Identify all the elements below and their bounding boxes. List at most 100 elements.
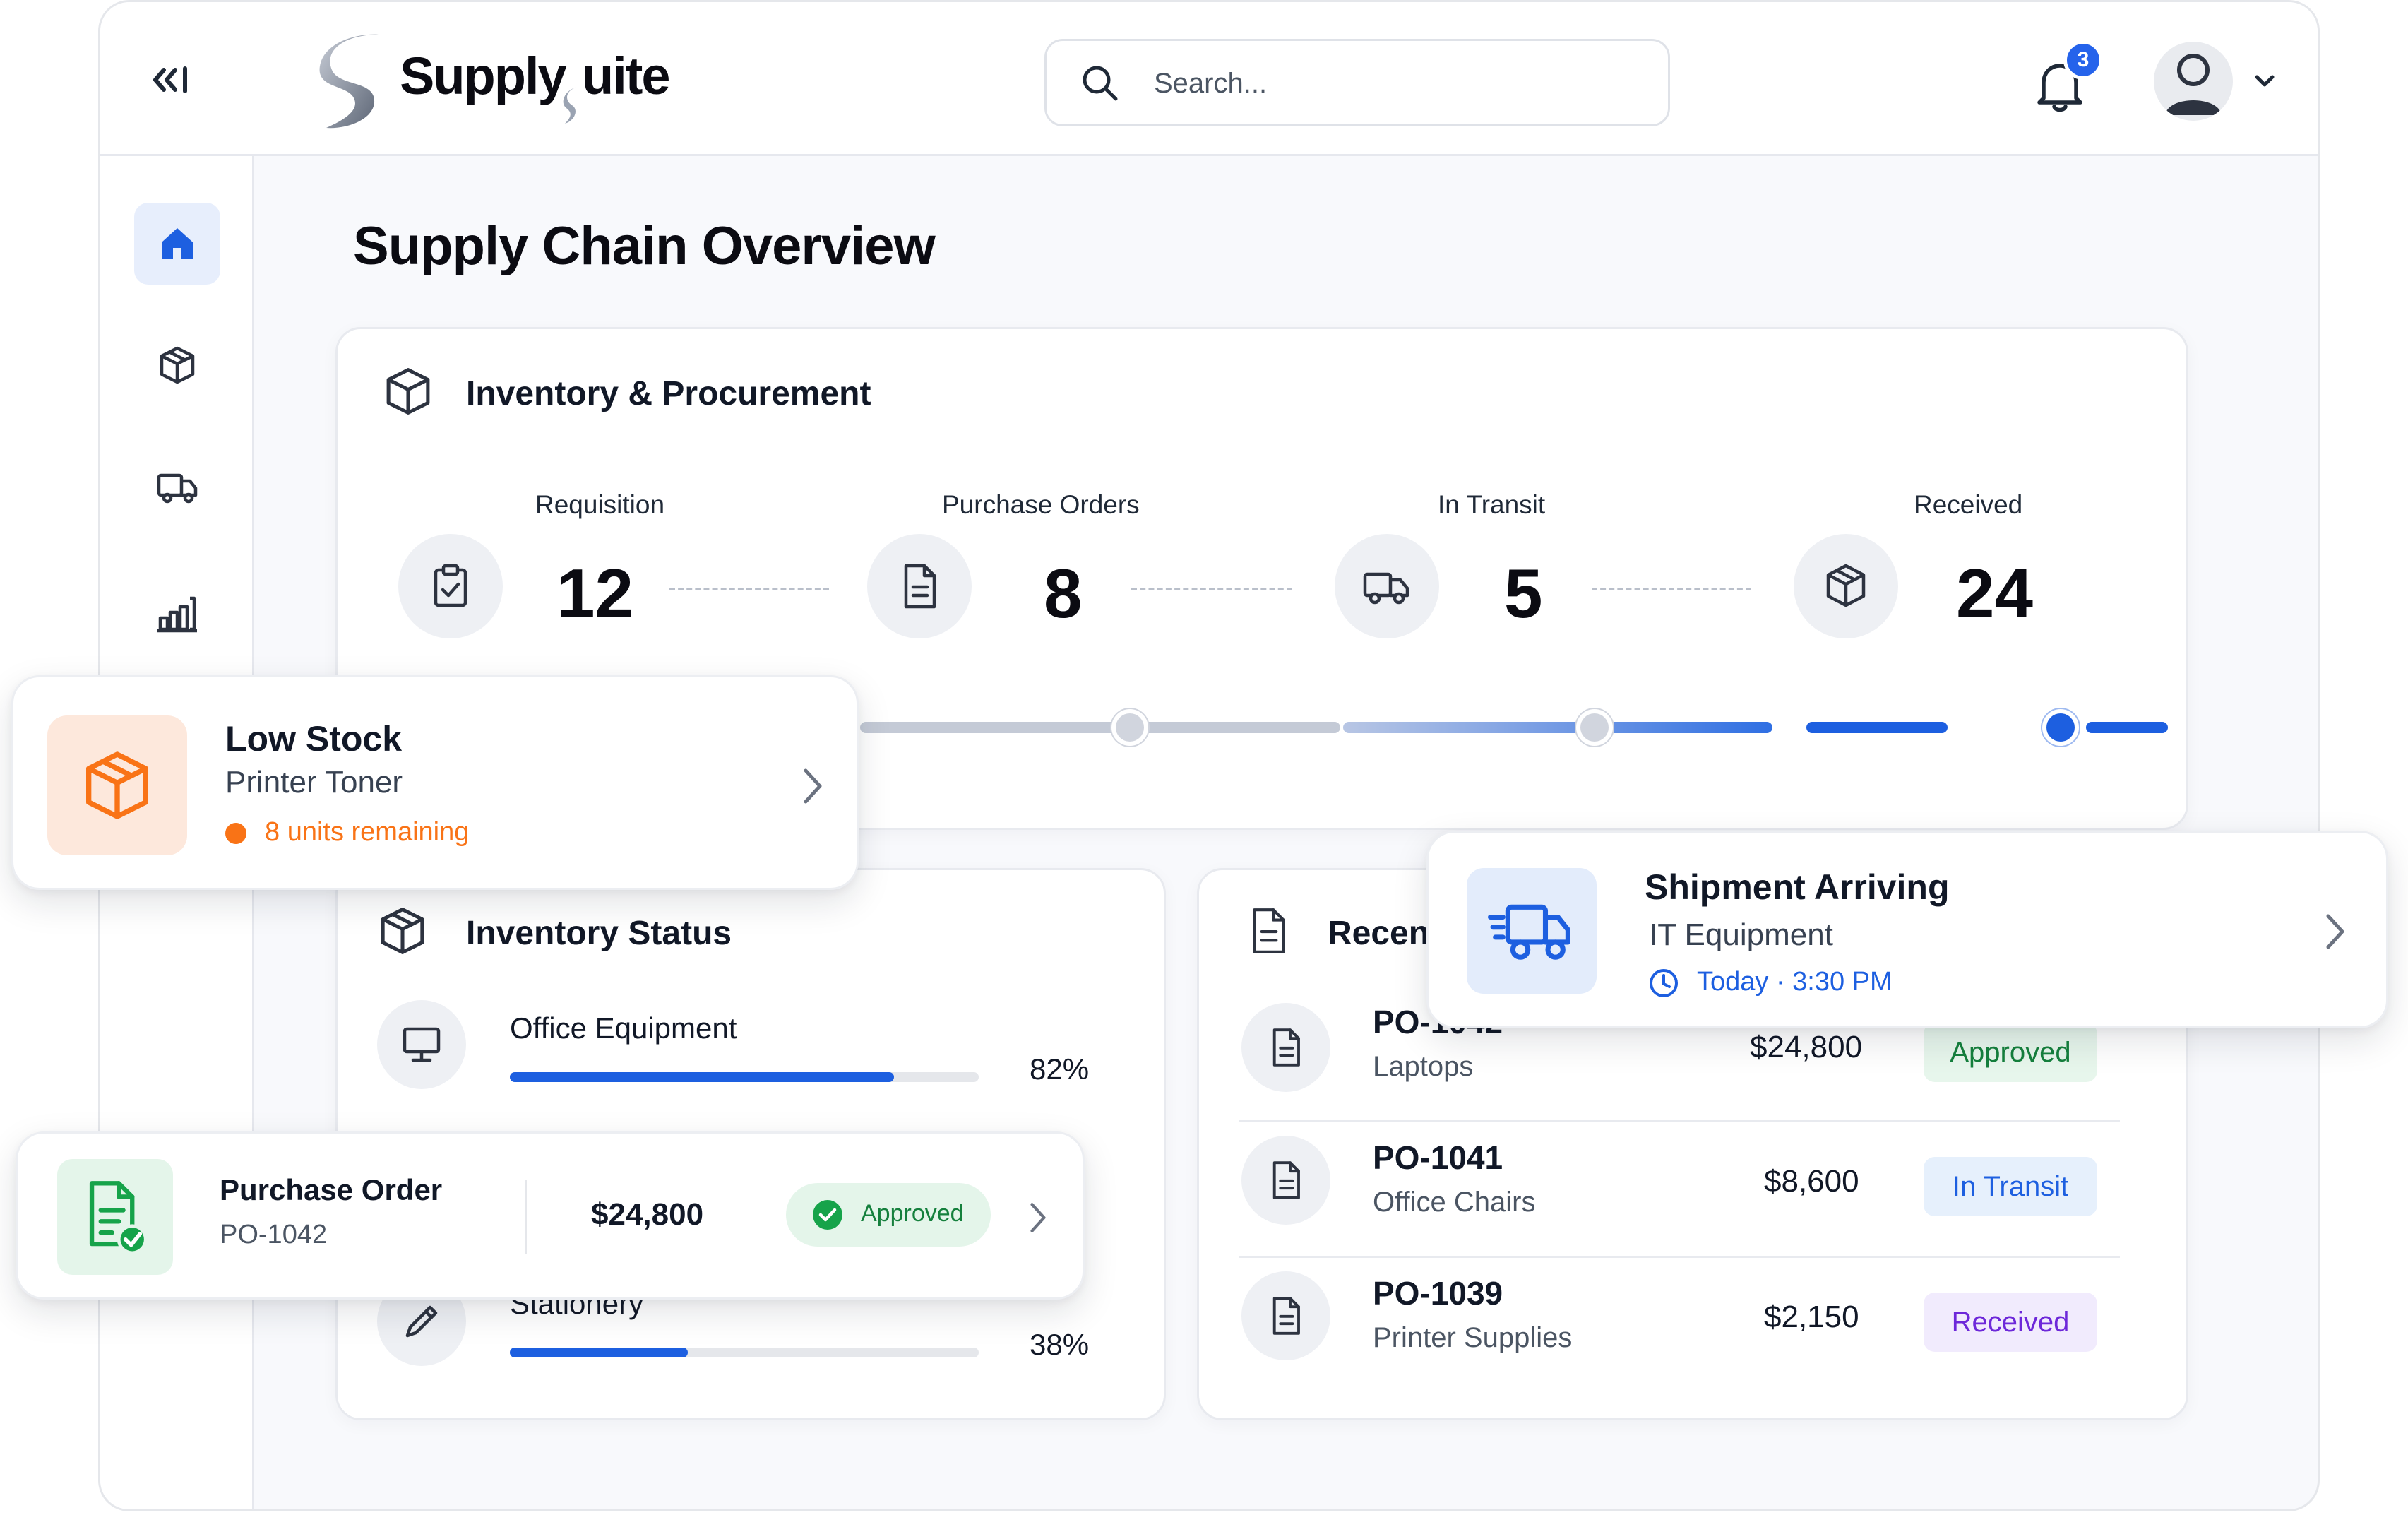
stage-value-requisition: 12 bbox=[556, 554, 634, 632]
chart-icon bbox=[156, 593, 198, 635]
low-stock-alert-card[interactable]: Low Stock Printer Toner 8 units remainin… bbox=[11, 675, 859, 890]
purchase-order-id: PO-1042 bbox=[220, 1220, 328, 1249]
category-percent-office-equipment: 82% bbox=[1030, 1052, 1090, 1086]
stage-connector bbox=[1592, 588, 1751, 590]
category-progress-office-equipment bbox=[510, 1072, 979, 1082]
table-row[interactable]: PO-1041 Office Chairs $8,600 In Transit bbox=[1239, 1124, 2164, 1256]
warning-dot bbox=[225, 823, 246, 844]
sidebar-item-shipments[interactable] bbox=[134, 446, 220, 528]
pencil-icon bbox=[400, 1300, 443, 1343]
shipment-icon-tile bbox=[1467, 868, 1597, 994]
stage-connector bbox=[669, 588, 829, 590]
search-bar[interactable] bbox=[1044, 39, 1670, 126]
brand-name-part1: Supply bbox=[400, 47, 567, 105]
sidebar-item-analytics[interactable] bbox=[134, 573, 220, 655]
avatar bbox=[2154, 42, 2233, 121]
category-icon-office-equipment bbox=[377, 1000, 466, 1089]
low-stock-icon-tile bbox=[47, 715, 187, 855]
chevron-right-icon[interactable] bbox=[799, 765, 827, 807]
document-icon bbox=[1243, 903, 1294, 959]
user-menu-button[interactable] bbox=[2154, 40, 2281, 125]
sidebar-item-inventory[interactable] bbox=[134, 324, 220, 406]
progress-track-segment bbox=[1343, 722, 1772, 733]
progress-step-dot bbox=[1576, 709, 1613, 746]
brand-mark-icon bbox=[316, 29, 393, 133]
progress-track-segment bbox=[860, 722, 1340, 733]
low-stock-title: Low Stock bbox=[225, 719, 403, 759]
stage-icon-requisition bbox=[398, 534, 503, 638]
order-amount: $2,150 bbox=[1764, 1300, 1859, 1334]
chevron-right-icon[interactable] bbox=[2321, 910, 2349, 953]
user-icon bbox=[2154, 42, 2233, 121]
order-icon bbox=[1241, 1003, 1330, 1092]
monitor-icon bbox=[400, 1023, 443, 1066]
category-progress-stationery bbox=[510, 1348, 979, 1357]
progress-step-dot-current bbox=[2042, 709, 2079, 746]
home-icon bbox=[156, 222, 198, 265]
order-amount: $8,600 bbox=[1764, 1164, 1859, 1199]
stage-label-purchase-orders: Purchase Orders bbox=[942, 490, 1140, 519]
chevron-down-icon bbox=[2253, 71, 2277, 91]
stage-label-in-transit: In Transit bbox=[1438, 490, 1546, 519]
stage-icon-purchase-orders bbox=[867, 534, 972, 638]
stage-value-in-transit: 5 bbox=[1504, 554, 1543, 632]
category-progress-fill bbox=[510, 1072, 895, 1082]
order-icon bbox=[1241, 1136, 1330, 1225]
low-stock-detail: 8 units remaining bbox=[265, 817, 470, 847]
document-check-icon bbox=[83, 1179, 150, 1255]
order-item: Printer Supplies bbox=[1373, 1322, 1573, 1353]
order-icon bbox=[1241, 1271, 1330, 1360]
package-icon bbox=[381, 364, 435, 418]
notifications-button[interactable]: 3 bbox=[2021, 40, 2103, 122]
collapse-sidebar-button[interactable] bbox=[141, 53, 201, 107]
shipment-time: Today · 3:30 PM bbox=[1697, 967, 1893, 997]
progress-track-segment bbox=[1806, 722, 1948, 733]
status-badge-approved: Approved bbox=[1924, 1023, 2097, 1082]
shipment-arriving-card[interactable]: Shipment Arriving IT Equipment Today · 3… bbox=[1426, 831, 2388, 1028]
order-id: PO-1039 bbox=[1373, 1275, 1503, 1312]
sidebar-item-home[interactable] bbox=[134, 203, 220, 285]
document-icon bbox=[1265, 1159, 1307, 1201]
collapse-icon bbox=[148, 59, 193, 101]
stage-icon-received bbox=[1794, 534, 1898, 638]
document-icon bbox=[895, 562, 944, 611]
category-progress-fill bbox=[510, 1348, 689, 1357]
truck-icon bbox=[1362, 562, 1412, 611]
order-amount: $24,800 bbox=[1750, 1030, 1863, 1064]
stage-connector bbox=[1131, 588, 1292, 590]
status-badge-approved: Approved bbox=[786, 1183, 991, 1247]
top-bar: Supply uite 3 bbox=[100, 2, 2318, 156]
purchase-order-card[interactable]: Purchase Order PO-1042 $24,800 Approved bbox=[16, 1131, 1085, 1300]
package-icon bbox=[376, 904, 429, 958]
purchase-order-icon-tile bbox=[57, 1159, 173, 1275]
page-title: Supply Chain Overview bbox=[353, 216, 936, 276]
row-divider bbox=[1239, 1120, 2120, 1122]
brand-logo[interactable]: Supply uite bbox=[316, 26, 712, 136]
chevron-right-icon[interactable] bbox=[1026, 1199, 1050, 1237]
procurement-card-title: Inventory & Procurement bbox=[466, 375, 871, 412]
category-label-office-equipment: Office Equipment bbox=[510, 1011, 737, 1045]
progress-step-dot bbox=[1111, 709, 1148, 746]
shipment-item: IT Equipment bbox=[1649, 917, 1833, 952]
stage-value-purchase-orders: 8 bbox=[1044, 554, 1083, 632]
clock-icon bbox=[1647, 967, 1680, 999]
notification-count-badge: 3 bbox=[2063, 40, 2103, 80]
stage-label-received: Received bbox=[1914, 490, 2023, 519]
purchase-order-title: Purchase Order bbox=[220, 1173, 443, 1206]
inventory-status-title: Inventory Status bbox=[466, 915, 732, 952]
low-stock-item: Printer Toner bbox=[225, 765, 403, 800]
brand-s-mark-icon bbox=[561, 84, 582, 126]
order-item: Laptops bbox=[1373, 1051, 1474, 1082]
truck-icon bbox=[156, 465, 198, 508]
status-badge-in-transit: In Transit bbox=[1924, 1157, 2097, 1216]
stage-value-received: 24 bbox=[1956, 554, 2034, 632]
document-icon bbox=[1265, 1295, 1307, 1337]
search-input[interactable] bbox=[1152, 55, 1647, 112]
package-icon bbox=[1821, 562, 1871, 611]
check-circle-icon bbox=[811, 1199, 844, 1231]
table-row[interactable]: PO-1039 Printer Supplies $2,150 Received bbox=[1239, 1260, 2164, 1394]
row-divider bbox=[1239, 1256, 2120, 1258]
progress-track-segment bbox=[2086, 722, 2168, 733]
status-badge-received: Received bbox=[1924, 1293, 2097, 1352]
package-icon bbox=[78, 747, 156, 824]
